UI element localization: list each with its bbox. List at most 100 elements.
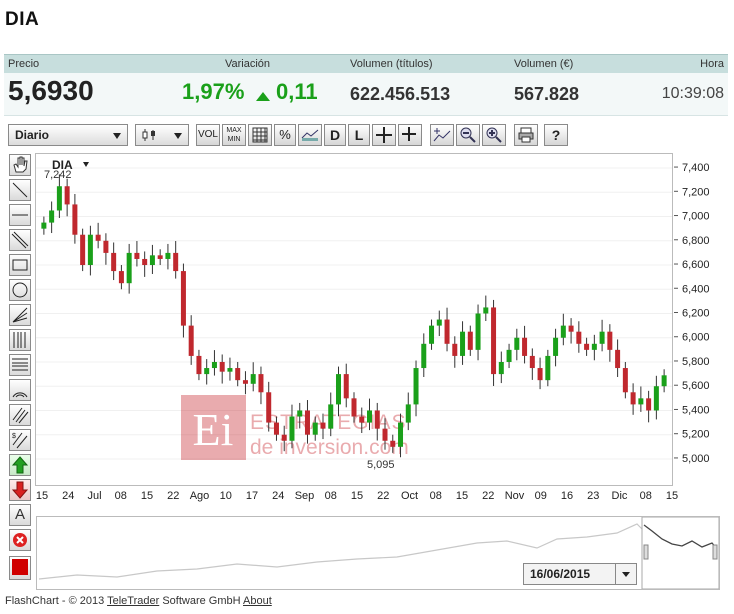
candle-body: [235, 368, 241, 381]
color-picker-button[interactable]: [9, 556, 31, 580]
candle-body: [615, 349, 621, 369]
candle-body: [506, 349, 512, 362]
arc-tool-button[interactable]: [9, 379, 31, 401]
candle-body: [126, 252, 132, 284]
percent-button[interactable]: %: [274, 124, 296, 146]
fan-icon: [12, 307, 28, 323]
candle-body: [142, 258, 148, 266]
candle-body: [467, 331, 473, 350]
about-link[interactable]: About: [243, 595, 272, 607]
candle-body: [266, 392, 272, 423]
delete-drawings-button[interactable]: [9, 529, 31, 551]
channel-tool-button[interactable]: [9, 229, 31, 251]
y-axis: 7,400 7,200 7,000 6,800 6,600 6,400 6,200 6,000…: [674, 162, 710, 465]
candle-body: [80, 234, 86, 266]
chevron-down-icon[interactable]: [83, 162, 89, 167]
horizontal-line-tool-button[interactable]: [9, 204, 31, 226]
navigator-right-handle[interactable]: [712, 544, 718, 560]
candle-body: [413, 368, 419, 405]
indicator-button[interactable]: [430, 124, 454, 146]
change-percent: 1,97%: [182, 79, 245, 104]
candle-body: [343, 374, 349, 399]
x-tick-label: 16: [561, 490, 573, 502]
period-select[interactable]: Diario: [8, 124, 128, 146]
footer-prefix: FlashChart - © 2013: [5, 595, 105, 607]
candle-body: [421, 343, 427, 369]
fan-tool-button[interactable]: [9, 304, 31, 326]
text-tool-button[interactable]: A: [9, 504, 31, 526]
candle-body: [460, 331, 466, 356]
x-tick-label: 08: [325, 490, 337, 502]
navigator-date-arrow[interactable]: [615, 564, 636, 584]
rectangle-tool-button[interactable]: [9, 254, 31, 276]
candle-body: [351, 398, 357, 417]
x-tick-label: 22: [167, 490, 179, 502]
x-tick-label: 15: [456, 490, 468, 502]
navigator-date-select[interactable]: 16/06/2015: [523, 563, 637, 585]
y-tick-label: 5,600: [682, 380, 710, 392]
candle-body: [483, 307, 489, 314]
buy-signal-button[interactable]: [9, 454, 31, 476]
candle-body: [250, 374, 256, 384]
candle-body: [545, 355, 551, 381]
x-tick-label: 08: [115, 490, 127, 502]
fibonacci-time-tool-button[interactable]: [9, 329, 31, 351]
navigator-left-handle[interactable]: [643, 544, 649, 560]
candle-body: [661, 375, 667, 387]
candle-body: [390, 440, 396, 447]
header-volumen-eur: Volumen (€): [514, 58, 574, 70]
teletrader-link[interactable]: TeleTrader: [107, 595, 159, 607]
parallel-lines-tool-button[interactable]: [9, 404, 31, 426]
candle-body: [646, 398, 652, 411]
ticker-title: DIA: [5, 9, 40, 30]
y-tick-label: 7,200: [682, 186, 710, 198]
print-button[interactable]: [514, 124, 538, 146]
candle-body: [653, 386, 659, 411]
ellipse-icon: [12, 282, 28, 298]
zoom-out-button[interactable]: [456, 124, 480, 146]
crosshair-l-button[interactable]: [398, 124, 422, 146]
fibonacci-retracement-tool-button[interactable]: [9, 354, 31, 376]
y-tick-label: 7,400: [682, 162, 710, 174]
x-tick-label: 22: [377, 490, 389, 502]
x-tick-label: 24: [62, 490, 74, 502]
trendline-tool-button[interactable]: [9, 179, 31, 201]
volume-button[interactable]: VOL: [196, 124, 220, 146]
header-volumen-titulos: Volumen (títulos): [350, 58, 433, 70]
maxmin-button[interactable]: MAX MIN: [222, 124, 246, 146]
navigator-selection-window[interactable]: [641, 517, 719, 589]
candle-body: [444, 319, 450, 344]
x-tick-label: 15: [351, 490, 363, 502]
delete-icon: [13, 533, 27, 547]
x-tick-label: 08: [640, 490, 652, 502]
candle-body: [87, 234, 93, 266]
x-tick-label: 23: [587, 490, 599, 502]
candle-body: [304, 410, 310, 435]
footer-middle: Software GmbH: [162, 595, 241, 607]
x-tick-label: Jul: [87, 490, 101, 502]
candle-body: [188, 325, 194, 356]
hand-tool-button[interactable]: [9, 154, 31, 176]
last-price: 5,6930: [8, 75, 94, 106]
compare-button[interactable]: [298, 124, 322, 146]
chart-type-select[interactable]: [135, 124, 189, 146]
y-tick-label: 7,000: [682, 211, 710, 223]
chevron-down-icon: [622, 572, 630, 577]
help-button[interactable]: ?: [544, 124, 568, 146]
d-button[interactable]: D: [324, 124, 346, 146]
grid-button[interactable]: [248, 124, 272, 146]
candle-body: [522, 337, 528, 356]
ellipse-tool-button[interactable]: [9, 279, 31, 301]
candle-body: [514, 337, 520, 350]
y-tick-label: 5,200: [682, 429, 710, 441]
price-chart[interactable]: Ei ESTRATEGIAS de inversion.com DIA 7,24…: [35, 153, 673, 486]
l-button[interactable]: L: [348, 124, 370, 146]
regression-tool-button[interactable]: $: [9, 429, 31, 451]
compare-icon: [301, 129, 319, 141]
crosshair-button[interactable]: [372, 124, 396, 146]
navigator-panel[interactable]: 16/06/2015: [36, 516, 720, 590]
quote-values-row: 5,6930 1,97% 0,11 622.456.513 567.828 10…: [4, 73, 728, 116]
zoom-in-button[interactable]: [482, 124, 506, 146]
regression-icon: $: [12, 432, 28, 449]
y-tick-label: 6,400: [682, 283, 710, 295]
